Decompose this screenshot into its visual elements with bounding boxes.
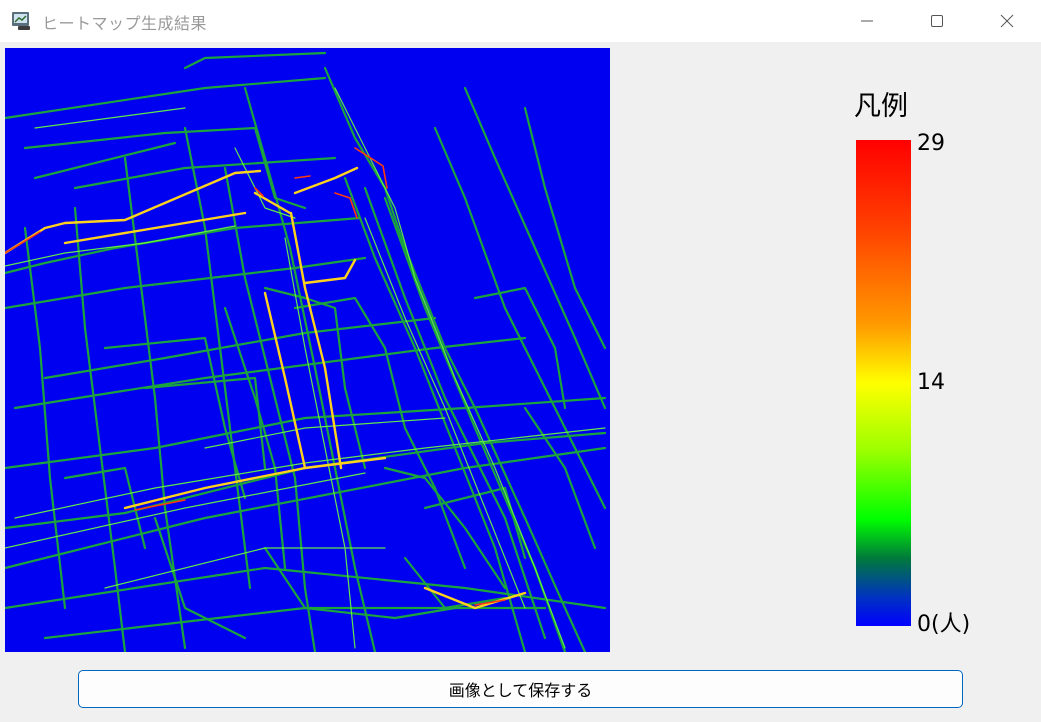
save-as-image-button[interactable]: 画像として保存する — [78, 670, 963, 708]
legend-title: 凡例 — [854, 91, 908, 122]
minimize-icon — [860, 14, 874, 28]
legend-color-scale — [856, 140, 911, 626]
heatmap-result-window: ヒートマップ生成結果 凡例 29 14 0(人) 画像として保存する — [0, 0, 1041, 722]
close-icon — [1000, 14, 1014, 28]
close-button[interactable] — [972, 0, 1041, 42]
legend-mid-label: 14 — [917, 370, 945, 395]
maximize-icon — [930, 14, 944, 28]
legend-max-label: 29 — [917, 131, 945, 156]
title-bar[interactable]: ヒートマップ生成結果 — [0, 0, 1041, 42]
maximize-button[interactable] — [902, 0, 972, 42]
legend-min-label: 0(人) — [917, 612, 971, 637]
minimize-button[interactable] — [832, 0, 902, 42]
heatmap-image — [5, 48, 610, 652]
window-title: ヒートマップ生成結果 — [42, 14, 208, 33]
heatmap-trails — [5, 51, 607, 652]
app-window-icon — [11, 10, 33, 32]
